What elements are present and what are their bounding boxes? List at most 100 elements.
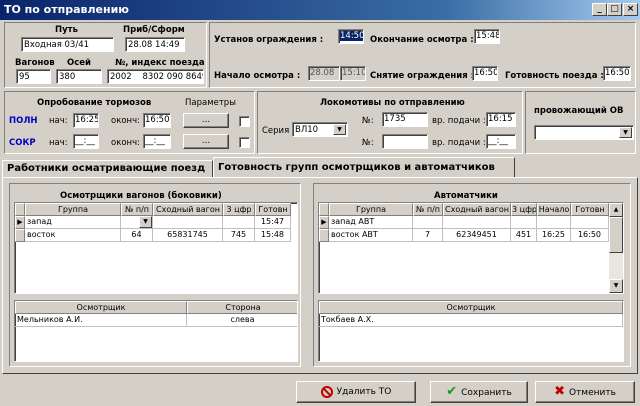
cancel-button[interactable]: ✖ Отменить (535, 381, 635, 403)
inspectors-subgrid[interactable]: Осмотрщик Сторона Мельников А.И. слева (14, 300, 298, 362)
col-header-num[interactable]: № п/п (121, 203, 153, 216)
auto-subgrid[interactable]: Осмотрщик Токбаев А.Х. (318, 300, 624, 362)
table-cell[interactable]: запад АВТ (329, 216, 413, 229)
wagons-field[interactable]: 95 (16, 69, 51, 84)
col-header-side[interactable]: Сторона (187, 301, 297, 314)
arrival-field[interactable]: 28.08 14:49 (125, 37, 185, 52)
full-start-field[interactable]: 16:25 (73, 113, 99, 128)
col-header-3d[interactable]: 3 цфр (511, 203, 537, 216)
table-cell[interactable] (443, 216, 511, 229)
col-header-wagon[interactable]: Сходный вагон (443, 203, 511, 216)
short-checkbox[interactable] (239, 137, 250, 148)
chevron-down-icon[interactable]: ▼ (139, 216, 152, 228)
full-start-label: нач: (49, 116, 68, 126)
table-cell[interactable]: 16:25 (537, 229, 571, 242)
chevron-down-icon[interactable]: ▼ (619, 127, 632, 138)
loco1-supply-label: вр. подачи : (432, 116, 486, 126)
col-header-inspector[interactable]: Осмотрщик (319, 301, 623, 314)
minimize-button[interactable]: _ (592, 3, 607, 16)
table-cell[interactable]: 15:47 (255, 216, 291, 229)
col-header-group[interactable]: Группа (25, 203, 121, 216)
table-cell[interactable]: Мельников А.И. (15, 314, 187, 327)
series-select[interactable]: ВЛ10 ▼ (292, 122, 348, 137)
loco2-supply-field[interactable]: __:__ (486, 134, 516, 149)
col-header-ready[interactable]: Готовн (571, 203, 609, 216)
short-params-button[interactable]: ... (183, 134, 229, 149)
train-index-field[interactable]: 2002 8302 090 8649 (107, 69, 204, 84)
table-cell[interactable]: 64 (121, 229, 153, 242)
maximize-button[interactable]: □ (607, 3, 622, 16)
escort-panel: провожающий ОВ ▼ (525, 91, 636, 154)
table-cell[interactable]: 451 (511, 229, 537, 242)
table-cell[interactable]: Токбаев А.Х. (319, 314, 623, 327)
fence-field[interactable]: 14:50 (338, 29, 364, 44)
scroll-up-icon[interactable]: ▲ (609, 203, 623, 217)
auto-title: Автоматчики (434, 191, 498, 201)
series-label: Серия : (262, 126, 295, 136)
locomotives-panel: Локомотивы по отправлению Серия : ВЛ10 ▼ … (257, 91, 523, 154)
scroll-down-icon[interactable]: ▼ (609, 279, 623, 293)
inspectors-group: Осмотрщики вагонов (боковики) Группа № п… (9, 183, 301, 367)
scroll-thumb[interactable] (609, 217, 623, 253)
col-header-ready[interactable]: Готовн (255, 203, 291, 216)
table-cell[interactable]: запад (25, 216, 121, 229)
table-cell[interactable] (223, 216, 255, 229)
table-cell[interactable] (537, 216, 571, 229)
cross-icon: ✖ (554, 384, 565, 399)
inspection-end-field[interactable]: 15:48 (474, 29, 500, 44)
short-end-field[interactable]: __:__ (143, 134, 171, 149)
table-cell[interactable] (153, 216, 223, 229)
col-header-inspector[interactable]: Осмотрщик (15, 301, 187, 314)
full-end-field[interactable]: 16:50 (143, 113, 171, 128)
series-value: ВЛ10 (295, 125, 319, 135)
tab-readiness[interactable]: Готовность групп осмотрщиков и автоматчи… (213, 157, 515, 178)
table-cell[interactable]: 65831745 (153, 229, 223, 242)
table-cell[interactable]: 62349451 (443, 229, 511, 242)
auto-scrollbar[interactable]: ▲ ▼ (609, 203, 623, 293)
loco2-number-field[interactable] (382, 134, 428, 149)
table-cell[interactable]: восток (25, 229, 121, 242)
table-cell[interactable]: восток АВТ (329, 229, 413, 242)
short-start-field[interactable]: __:__ (73, 134, 99, 149)
delete-button[interactable]: Удалить ТО (296, 381, 416, 403)
axles-field[interactable]: 380 (56, 69, 102, 84)
inspectors-grid[interactable]: Группа № п/п Сходный вагон 3 цфр Готовн … (14, 202, 298, 294)
table-cell[interactable]: 7 (413, 229, 443, 242)
table-cell-dropdown[interactable]: ▼ (121, 216, 153, 229)
ready-label: Готовность поезда : (505, 71, 604, 81)
close-button[interactable]: × (623, 3, 638, 16)
delete-label: Удалить ТО (336, 387, 392, 397)
path-field[interactable]: Входная 03/41 (21, 37, 114, 52)
table-cell[interactable] (571, 216, 609, 229)
full-checkbox[interactable] (239, 116, 250, 127)
save-button[interactable]: ✔ Сохранить (430, 381, 528, 403)
col-header-wagon[interactable]: Сходный вагон (153, 203, 223, 216)
table-cell[interactable]: 745 (223, 229, 255, 242)
table-cell[interactable] (511, 216, 537, 229)
short-brake-label: СОКР (9, 138, 36, 148)
ready-field[interactable]: 16:50 (603, 66, 631, 81)
auto-group: Автоматчики Группа № п/п Сходный вагон 3… (313, 183, 631, 367)
window-title: ТО по отправлению (4, 3, 129, 16)
grid-corner (319, 203, 329, 216)
brakes-panel: Опробование тормозов Параметры ПОЛН нач:… (4, 91, 255, 154)
escort-select[interactable]: ▼ (534, 125, 634, 140)
chevron-down-icon[interactable]: ▼ (333, 124, 346, 135)
fence-off-field[interactable]: 16:50 (472, 66, 498, 81)
loco1-number-field[interactable]: 1735 (382, 112, 428, 127)
table-cell[interactable]: 15:48 (255, 229, 291, 242)
fence-label: Установ ограждения : (214, 35, 324, 45)
table-cell[interactable] (413, 216, 443, 229)
brakes-title: Опробование тормозов (37, 98, 152, 108)
col-header-num[interactable]: № п/п (413, 203, 443, 216)
table-cell[interactable]: слева (187, 314, 297, 327)
inspection-end-label: Окончание осмотра : (370, 35, 474, 45)
col-header-group[interactable]: Группа (329, 203, 413, 216)
col-header-start[interactable]: Начало (537, 203, 571, 216)
tab-workers[interactable]: Работники осматривающие поезд (2, 160, 213, 178)
table-cell[interactable]: 16:50 (571, 229, 609, 242)
full-params-button[interactable]: ... (183, 113, 229, 128)
col-header-3d[interactable]: 3 цфр (223, 203, 255, 216)
auto-grid[interactable]: Группа № п/п Сходный вагон 3 цфр Начало … (318, 202, 624, 294)
loco1-supply-field[interactable]: 16:15 (486, 112, 516, 127)
